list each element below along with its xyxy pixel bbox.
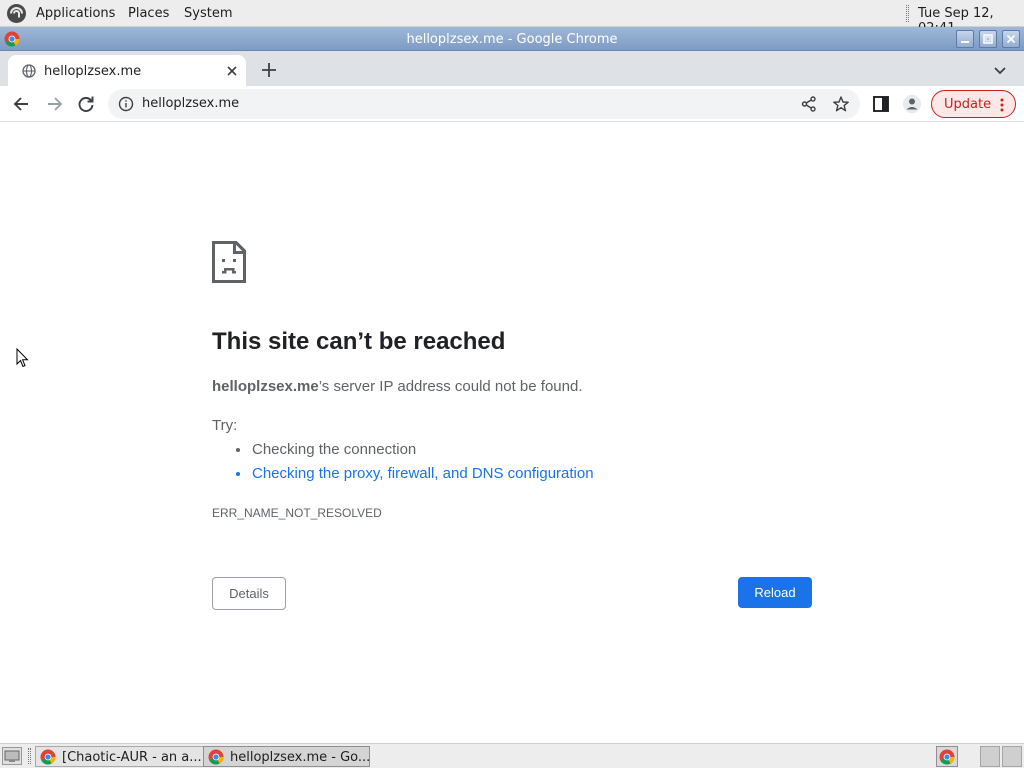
page-content: This site can’t be reached helloplzsex.m… <box>0 123 1024 743</box>
taskbar-item-label: helloplzsex.me - Go... <box>230 750 371 765</box>
browser-toolbar: helloplzsex.me Update <box>0 86 1024 122</box>
chrome-icon <box>40 749 56 765</box>
reload-icon[interactable] <box>75 93 97 115</box>
tab-title: helloplzsex.me <box>44 64 142 79</box>
window-titlebar[interactable]: helloplzsex.me - Google Chrome <box>0 27 1024 51</box>
desktop-icon <box>4 750 20 762</box>
new-tab-icon[interactable] <box>259 60 279 80</box>
error-description: helloplzsex.me’s server IP address could… <box>212 378 583 395</box>
tab-active[interactable]: helloplzsex.me <box>8 55 246 86</box>
bookmark-star-icon[interactable] <box>832 95 850 113</box>
chrome-icon <box>208 749 224 765</box>
taskbar-item-label: [Chaotic-AUR - an a... <box>62 750 202 765</box>
places-menu[interactable]: Places <box>128 6 169 21</box>
top-panel: Applications Places System Tue Sep 12, 0… <box>0 0 1024 36</box>
suggestion-text: Checking the connection <box>252 441 417 458</box>
window-title: helloplzsex.me - Google Chrome <box>406 32 618 47</box>
sad-page-icon <box>212 241 246 283</box>
minimize-icon <box>961 41 969 43</box>
reload-button[interactable]: Reload <box>738 577 812 608</box>
url-text[interactable]: helloplzsex.me <box>142 96 239 111</box>
error-title: This site can’t be reached <box>212 328 506 355</box>
mate-logo-icon[interactable] <box>6 3 27 24</box>
more-vert-icon <box>1000 98 1004 112</box>
bullet <box>236 472 240 476</box>
share-icon[interactable] <box>800 95 818 113</box>
chrome-icon <box>939 749 955 765</box>
chevron-down-icon[interactable] <box>990 60 1010 80</box>
taskbar: [Chaotic-AUR - an a... helloplzsex.me - … <box>0 743 1024 768</box>
update-button[interactable]: Update <box>931 90 1016 118</box>
minimize-button[interactable] <box>956 30 974 48</box>
error-host: helloplzsex.me <box>212 378 319 395</box>
system-menu[interactable]: System <box>184 6 232 21</box>
bullet <box>236 448 240 452</box>
update-label: Update <box>944 97 992 112</box>
close-window-button[interactable] <box>1002 30 1020 48</box>
applications-menu[interactable]: Applications <box>36 6 115 21</box>
panel-separator <box>906 5 909 22</box>
profile-avatar-icon[interactable] <box>901 93 923 115</box>
back-arrow-icon[interactable] <box>11 93 33 115</box>
mouse-cursor-icon <box>16 348 29 368</box>
tab-strip: helloplzsex.me <box>0 51 1024 86</box>
details-button[interactable]: Details <box>212 577 286 610</box>
show-desktop-button[interactable] <box>2 747 22 765</box>
workspace-switcher-2[interactable] <box>1002 746 1022 767</box>
forward-arrow-icon[interactable] <box>43 93 65 115</box>
maximize-button[interactable] <box>979 30 997 48</box>
taskbar-item-chaotic-aur[interactable]: [Chaotic-AUR - an a... <box>35 746 229 767</box>
taskbar-item-chrome[interactable]: helloplzsex.me - Go... <box>203 746 370 767</box>
try-label: Try: <box>212 417 238 434</box>
error-code: ERR_NAME_NOT_RESOLVED <box>212 506 382 520</box>
globe-icon <box>22 64 36 78</box>
maximize-icon <box>983 34 993 44</box>
close-icon <box>1006 34 1016 44</box>
tab-close-icon[interactable] <box>224 63 240 79</box>
side-panel-icon[interactable] <box>870 93 892 115</box>
proxy-firewall-dns-link[interactable]: Checking the proxy, firewall, and DNS co… <box>252 465 594 482</box>
workspace-switcher-1[interactable] <box>980 746 1000 767</box>
info-icon[interactable] <box>118 96 134 112</box>
error-description-text: ’s server IP address could not be found. <box>318 378 583 395</box>
taskbar-handle[interactable] <box>28 748 31 764</box>
address-bar[interactable]: helloplzsex.me <box>108 89 860 119</box>
tray-chrome-button[interactable] <box>936 746 958 767</box>
